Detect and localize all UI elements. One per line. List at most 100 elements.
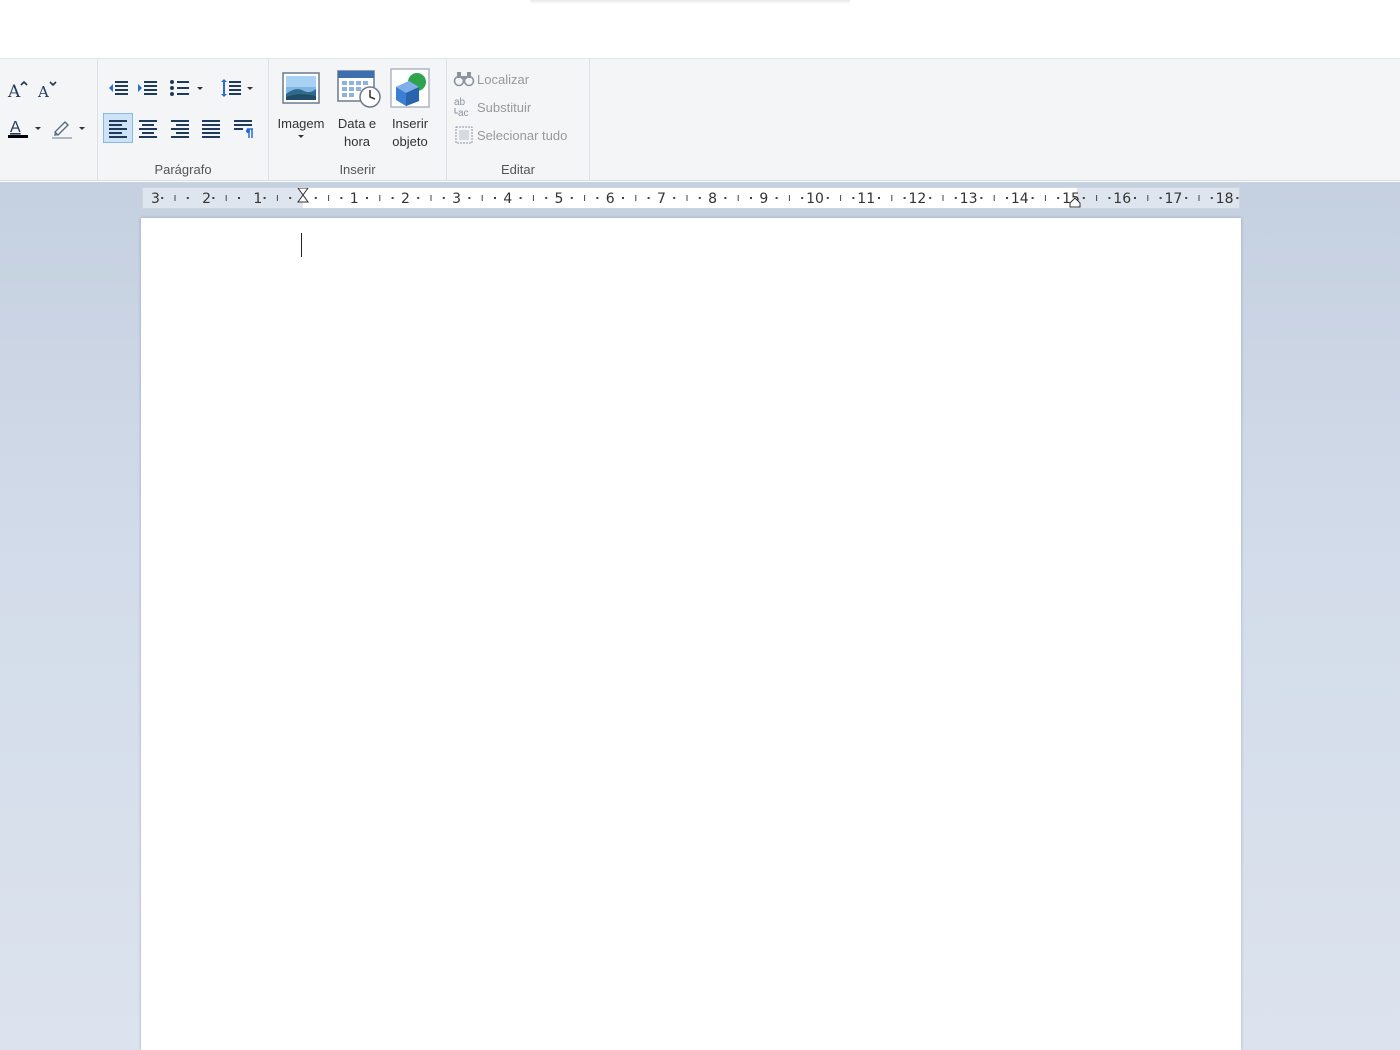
svg-text:ac: ac bbox=[458, 108, 469, 118]
ruler-tick bbox=[788, 195, 790, 201]
ruler-tick bbox=[545, 197, 548, 199]
ruler-label: 6 bbox=[606, 191, 615, 207]
replace-icon: ab ac bbox=[453, 97, 475, 118]
ruler-label: 5 bbox=[555, 191, 564, 207]
title-shadow bbox=[530, 0, 850, 4]
edit-group: Localizar ab ac Substituir Selecionar tu… bbox=[447, 59, 590, 181]
text-cursor bbox=[301, 233, 302, 257]
ruler-tick bbox=[417, 197, 420, 199]
ruler-tick bbox=[698, 197, 701, 199]
ruler-tick bbox=[673, 197, 676, 199]
insert-image-button[interactable]: Imagem bbox=[275, 65, 327, 157]
grow-font-button[interactable]: A bbox=[4, 77, 30, 103]
object-icon bbox=[389, 67, 431, 109]
insert-object-button[interactable]: Inserir objeto bbox=[384, 65, 436, 157]
find-label: Localizar bbox=[477, 71, 530, 87]
svg-text:A: A bbox=[37, 83, 49, 101]
insert-datetime-button[interactable]: Data e hora bbox=[331, 65, 383, 157]
ruler-tick bbox=[622, 197, 624, 199]
document-page[interactable] bbox=[141, 218, 1241, 1050]
ruler-tick bbox=[993, 195, 995, 201]
align-center-button[interactable] bbox=[135, 115, 161, 141]
edit-group-label: Editar bbox=[501, 162, 535, 177]
replace-label: Substituir bbox=[477, 99, 532, 115]
ruler-tick bbox=[878, 197, 880, 199]
ribbon: A A A Parágrafo Imagem Data e hora Inser… bbox=[0, 59, 1400, 181]
align-left-button[interactable] bbox=[103, 113, 133, 143]
ruler-tick bbox=[724, 197, 727, 199]
ruler-label: 12 bbox=[908, 191, 926, 207]
ruler-tick bbox=[737, 195, 739, 201]
insert-image-label: Imagem bbox=[277, 116, 325, 131]
ruler-tick bbox=[775, 197, 778, 199]
bullet-list-icon bbox=[170, 80, 203, 96]
ruler-label: 13 bbox=[960, 191, 978, 207]
chevron-down-icon bbox=[298, 135, 304, 138]
ruler-tick bbox=[1210, 197, 1213, 199]
ruler-tick bbox=[174, 195, 176, 201]
text-color-icon: A bbox=[8, 119, 41, 138]
horizontal-ruler[interactable]: 3 2 1 1 2 3 4 5 6 7 8 9 10 11 12 13 14 15 16 17 18 bbox=[142, 187, 1240, 209]
paragraph-button[interactable] bbox=[231, 115, 257, 141]
ruler-tick bbox=[1006, 197, 1008, 199]
select-all-icon bbox=[453, 125, 475, 145]
ruler-tick bbox=[238, 197, 240, 199]
replace-button[interactable]: ab ac Substituir bbox=[453, 95, 531, 119]
ruler-tick bbox=[314, 197, 317, 199]
insert-group: Imagem Data e hora Inserir objeto Inseri… bbox=[269, 59, 447, 181]
highlight-button[interactable] bbox=[48, 115, 90, 141]
increase-indent-button[interactable] bbox=[134, 75, 160, 101]
align-left-icon bbox=[109, 120, 127, 138]
ruler-tick bbox=[584, 195, 586, 201]
binoculars-icon bbox=[453, 69, 475, 89]
ruler-tick bbox=[596, 197, 599, 199]
ruler-tick bbox=[212, 197, 215, 199]
decrease-indent-icon bbox=[109, 81, 128, 95]
ruler-tick bbox=[903, 197, 906, 199]
align-right-button[interactable] bbox=[167, 115, 193, 141]
ruler-tick bbox=[340, 197, 343, 199]
select-all-button[interactable]: Selecionar tudo bbox=[453, 123, 567, 147]
ruler-tick bbox=[276, 195, 278, 201]
ruler-tick bbox=[1031, 197, 1034, 199]
picture-icon bbox=[280, 67, 322, 109]
ruler-tick bbox=[442, 197, 445, 199]
ruler-label: 1 bbox=[253, 191, 262, 207]
ruler-tick bbox=[1096, 195, 1098, 201]
find-button[interactable]: Localizar bbox=[453, 67, 529, 91]
ruler-tick bbox=[954, 197, 957, 199]
ruler-tick bbox=[852, 197, 855, 199]
line-spacing-icon bbox=[221, 79, 253, 97]
ruler-tick bbox=[366, 197, 368, 199]
decrease-indent-button[interactable] bbox=[105, 75, 131, 101]
ruler-label: 3 bbox=[151, 191, 160, 207]
ruler-tick bbox=[1198, 195, 1200, 201]
insert-object-label: Inserir objeto bbox=[391, 116, 429, 149]
text-color-button[interactable]: A bbox=[4, 115, 46, 141]
paragraph-group: Parágrafo bbox=[98, 59, 269, 181]
ruler-tick bbox=[942, 195, 944, 201]
align-right-icon bbox=[171, 120, 189, 138]
line-spacing-button[interactable] bbox=[218, 75, 258, 101]
ruler-tick bbox=[263, 197, 266, 199]
ruler-label: 16 bbox=[1113, 191, 1131, 207]
ruler-label: 9 bbox=[759, 191, 768, 207]
ruler-tick bbox=[1057, 197, 1060, 199]
justify-button[interactable] bbox=[198, 115, 224, 141]
indent-marker-icon[interactable] bbox=[297, 188, 309, 203]
ruler-tick bbox=[826, 197, 829, 199]
ruler-scale: 3 2 1 1 2 3 4 5 6 7 8 9 10 11 12 13 14 15 16 17 18 bbox=[151, 188, 1239, 208]
ruler-label: 1 bbox=[350, 191, 359, 207]
grow-font-icon: A bbox=[7, 80, 28, 102]
bullet-list-button[interactable] bbox=[166, 75, 208, 101]
align-center-icon bbox=[139, 120, 157, 138]
svg-text:A: A bbox=[10, 119, 21, 136]
ruler-tick bbox=[647, 197, 650, 199]
shrink-font-button[interactable]: A bbox=[34, 77, 60, 103]
font-group: A A A bbox=[0, 59, 98, 181]
ruler-tick bbox=[891, 195, 893, 201]
ruler-tick bbox=[519, 197, 522, 199]
ruler-tick bbox=[801, 197, 804, 199]
ruler-tick bbox=[532, 195, 534, 201]
ruler-tick bbox=[1082, 197, 1085, 199]
